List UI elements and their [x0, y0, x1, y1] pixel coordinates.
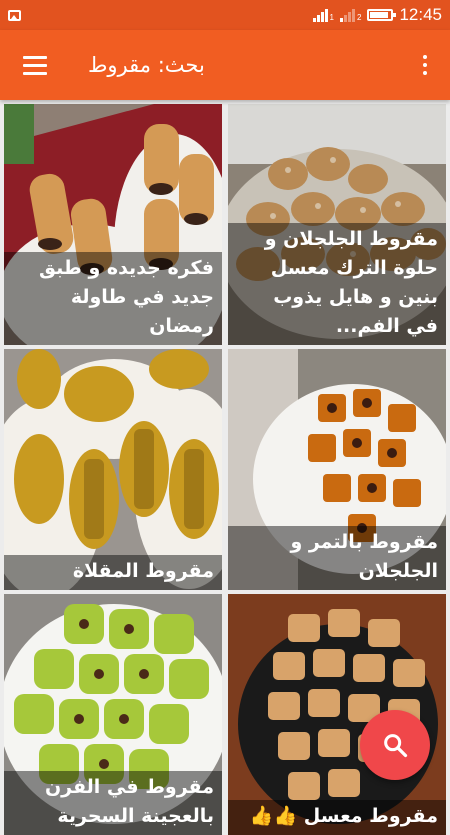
recipe-title: فكره جديده و طبق جديد في طاولة رمضان: [4, 252, 222, 345]
picture-notification-icon: [8, 9, 21, 21]
status-time: 12:45: [399, 5, 442, 24]
recipe-card[interactable]: مقروط في الفرن بالعجينة السحرية: [4, 594, 222, 835]
recipe-title: مقروط في الفرن بالعجينة السحرية: [4, 771, 222, 835]
signal-sim2-icon: 2: [340, 8, 361, 22]
battery-icon: [367, 9, 397, 21]
search-icon: [384, 734, 408, 758]
recipe-card[interactable]: فكره جديده و طبق جديد في طاولة رمضان: [4, 104, 222, 345]
page-title: بحث: مقروط: [88, 53, 205, 77]
recipe-title: مقروط الجلجلان و حلوة الترك معسل بنين و …: [228, 223, 446, 345]
pan-makrout-photo: [4, 349, 222, 590]
recipe-title: مقروط معسل 👍👍: [228, 800, 446, 835]
search-fab[interactable]: [360, 710, 430, 780]
signal-sim1-icon: 1: [312, 8, 334, 22]
app-bar: بحث: مقروط: [0, 30, 450, 100]
recipe-card[interactable]: مقروط المقلاة: [4, 349, 222, 590]
hamburger-menu-icon[interactable]: [0, 30, 70, 100]
recipe-title: مقروط المقلاة: [4, 555, 222, 590]
more-vertical-icon[interactable]: [400, 30, 450, 100]
recipe-card[interactable]: مقروط الجلجلان و حلوة الترك معسل بنين و …: [228, 104, 446, 345]
recipe-title: مقروط بالتمر و الجلجلان: [228, 526, 446, 590]
status-bar: 1 2 12:45: [0, 0, 450, 30]
recipe-card[interactable]: مقروط بالتمر و الجلجلان: [228, 349, 446, 590]
